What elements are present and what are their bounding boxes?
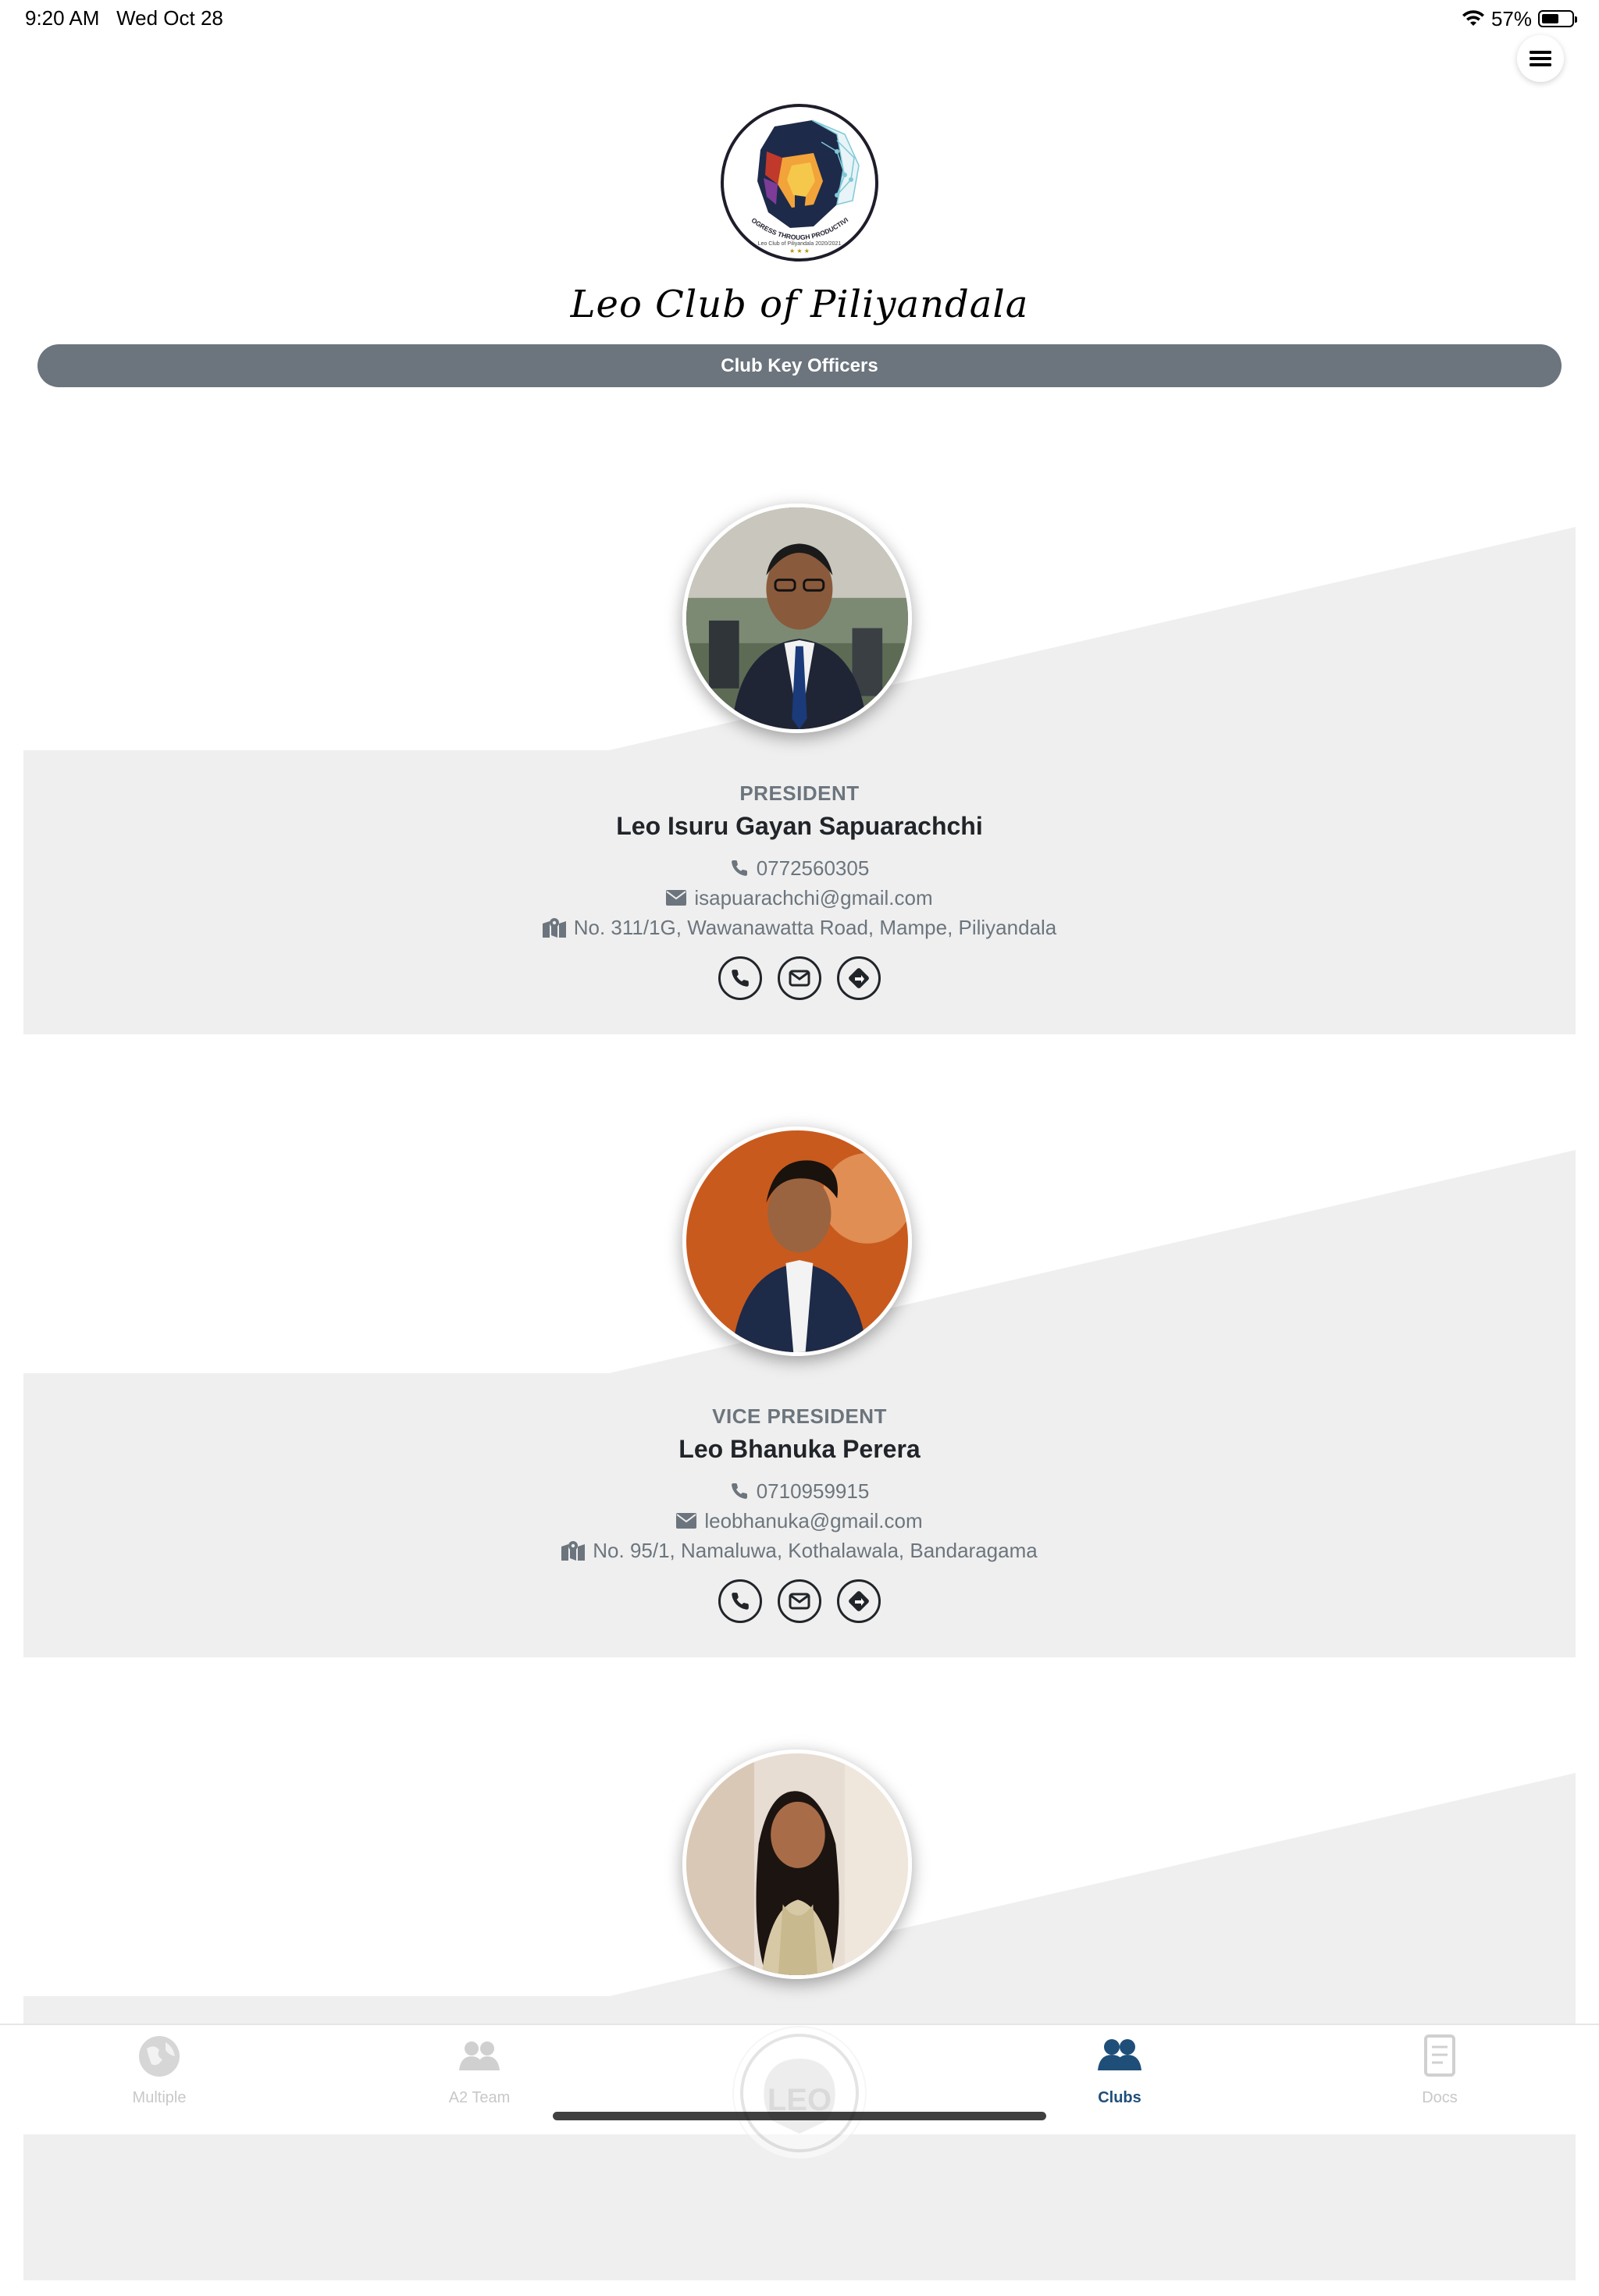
action-row <box>23 956 1576 1000</box>
officer-info: VICE PRESIDENT Leo Bhanuka Perera 071095… <box>23 1401 1576 1623</box>
battery-percentage: 57% <box>1490 6 1532 30</box>
address-line: No. 95/1, Namaluwa, Kothalawala, Bandara… <box>23 1536 1576 1565</box>
officer-phone: 0710959915 <box>756 1479 870 1503</box>
officer-avatar <box>682 1750 912 1979</box>
phone-line: 0772560305 <box>23 853 1576 883</box>
officer-card: VICE PRESIDENT Leo Bhanuka Perera 071095… <box>23 1127 1576 1673</box>
officer-name: Leo Isuru Gayan Sapuarachchi <box>616 812 983 840</box>
document-icon <box>1424 2034 1455 2077</box>
svg-text:★ ★ ★: ★ ★ ★ <box>789 247 810 255</box>
status-bar: 9:20 AM Wed Oct 28 57% <box>0 0 1599 37</box>
logo-subtext: Leo Club of Piliyandala 2020/2021 <box>758 241 842 247</box>
hamburger-menu-icon <box>1530 51 1551 66</box>
officer-role: PRESIDENT <box>739 781 860 805</box>
tab-multiple[interactable]: Multiple <box>81 2025 237 2119</box>
users-icon <box>1098 2039 1141 2070</box>
envelope-icon <box>666 890 687 906</box>
status-clock: 9:20 AM <box>25 6 100 30</box>
users-icon <box>459 2041 500 2070</box>
menu-button[interactable] <box>1517 35 1564 82</box>
officer-role: VICE PRESIDENT <box>712 1404 887 1428</box>
directions-icon <box>849 968 869 988</box>
action-row <box>23 1579 1576 1623</box>
phone-line: 0710959915 <box>23 1476 1576 1506</box>
officer-name: Leo Bhanuka Perera <box>678 1435 921 1463</box>
home-indicator[interactable] <box>553 2112 1046 2120</box>
phone-icon <box>731 860 747 876</box>
officer-address: No. 311/1G, Wawanawatta Road, Mampe, Pil… <box>573 916 1057 939</box>
envelope-icon <box>789 1593 810 1610</box>
email-button[interactable] <box>778 1579 821 1623</box>
email-line: leobhanuka@gmail.com <box>23 1506 1576 1536</box>
battery-fill <box>1542 14 1558 23</box>
officer-card <box>23 1750 1576 2296</box>
address-line: No. 311/1G, Wawanawatta Road, Mampe, Pil… <box>23 913 1576 942</box>
club-title: Leo Club of Piliyandala <box>570 283 1029 326</box>
phone-icon <box>732 1593 749 1610</box>
officer-card: PRESIDENT Leo Isuru Gayan Sapuarachchi 0… <box>23 504 1576 1050</box>
wifi-icon <box>1462 10 1484 26</box>
directions-button[interactable] <box>837 1579 881 1623</box>
directions-icon <box>849 1591 869 1611</box>
status-time: 9:20 AM Wed Oct 28 <box>25 6 223 30</box>
globe-icon <box>139 2036 180 2077</box>
tab-label: Docs <box>1422 2089 1458 2106</box>
leo-emblem-button[interactable]: LEO <box>734 2027 865 2159</box>
email-button[interactable] <box>778 956 821 1000</box>
tab-clubs[interactable]: Clubs <box>1042 2025 1198 2119</box>
envelope-icon <box>676 1513 697 1529</box>
officer-avatar <box>682 1127 912 1356</box>
call-button[interactable] <box>718 1579 762 1623</box>
status-date: Wed Oct 28 <box>116 6 223 30</box>
tab-label: A2 Team <box>448 2089 511 2106</box>
officer-email: isapuarachchi@gmail.com <box>694 886 933 910</box>
status-indicators: 57% <box>1462 6 1577 31</box>
officer-email: leobhanuka@gmail.com <box>704 1509 923 1532</box>
club-logo: PROGRESS THROUGH PRODUCTIVITY Leo Club o… <box>718 97 879 262</box>
tab-label: Clubs <box>1098 2089 1141 2106</box>
section-header-pill: Club Key Officers <box>37 344 1562 387</box>
tab-label: Multiple <box>132 2089 187 2106</box>
officer-address: No. 95/1, Namaluwa, Kothalawala, Bandara… <box>593 1539 1038 1562</box>
tab-docs[interactable]: Docs <box>1362 2025 1518 2119</box>
email-line: isapuarachchi@gmail.com <box>23 883 1576 913</box>
envelope-icon <box>789 970 810 987</box>
call-button[interactable] <box>718 956 762 1000</box>
tab-a2-team[interactable]: A2 Team <box>401 2025 557 2119</box>
officer-info: PRESIDENT Leo Isuru Gayan Sapuarachchi 0… <box>23 778 1576 1000</box>
phone-icon <box>732 970 749 987</box>
map-marked-icon <box>561 1541 586 1561</box>
section-header-label: Club Key Officers <box>721 354 878 376</box>
officer-phone: 0772560305 <box>756 856 870 880</box>
map-marked-icon <box>542 918 566 938</box>
battery-icon <box>1538 10 1577 27</box>
directions-button[interactable] <box>837 956 881 1000</box>
phone-icon <box>731 1483 747 1499</box>
leo-emblem-icon: LEO <box>740 2034 859 2152</box>
officer-avatar <box>682 504 912 733</box>
